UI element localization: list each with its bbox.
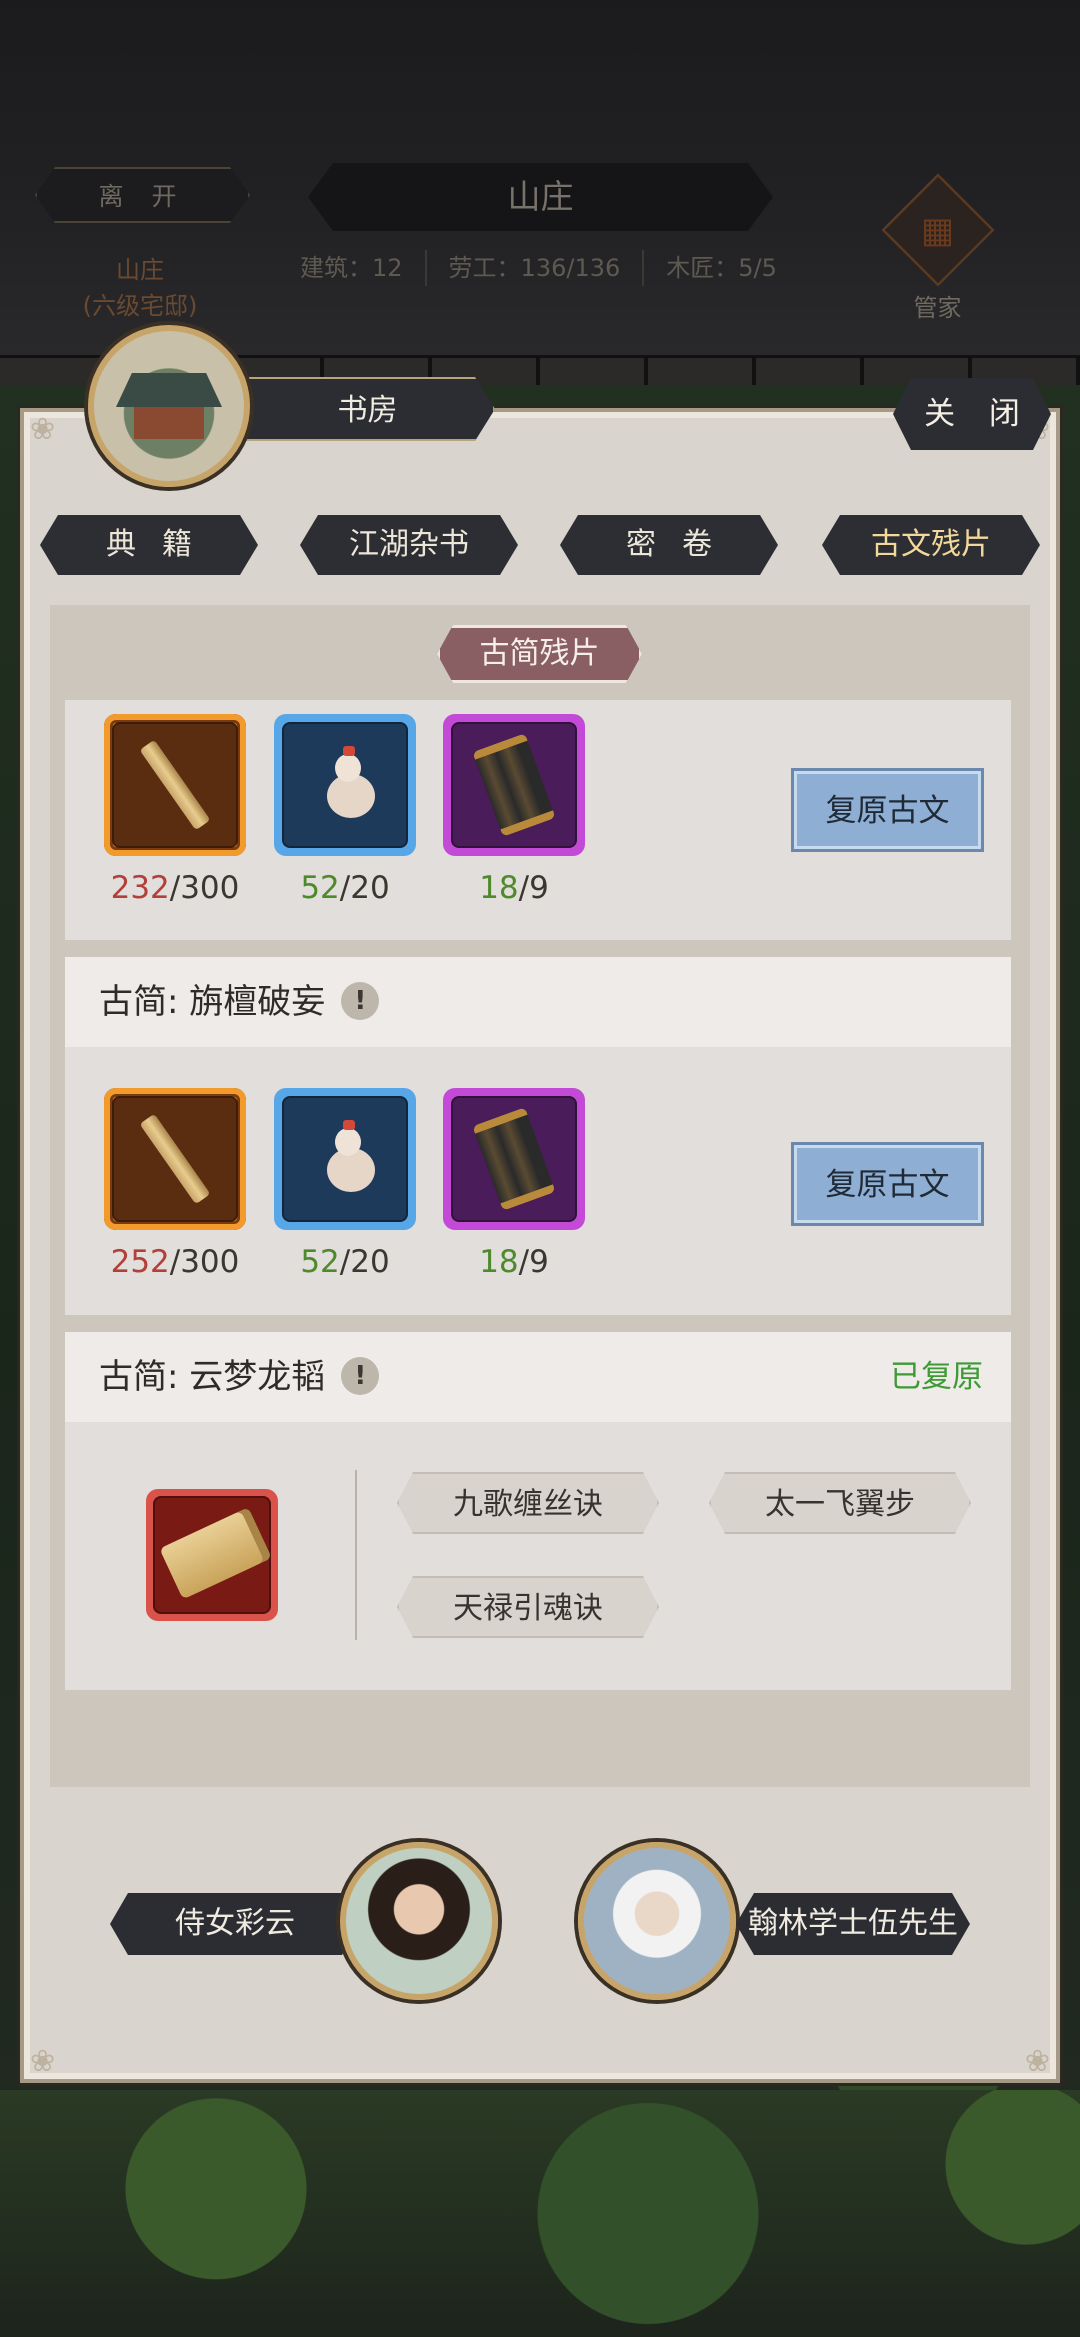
skill-chip[interactable]: 九歌缠丝诀 bbox=[397, 1472, 659, 1534]
estate-title: 山庄 bbox=[308, 163, 773, 231]
material-slot[interactable] bbox=[443, 1088, 585, 1230]
scroll-icon bbox=[472, 1107, 556, 1211]
section-title: 古简残片 bbox=[437, 625, 642, 683]
steward-label: 管家 bbox=[913, 294, 962, 322]
material-slot[interactable] bbox=[104, 714, 246, 856]
stat-carpenters: 木匠：5/5 bbox=[666, 254, 777, 282]
room-name: 书房 bbox=[240, 377, 495, 441]
material-count: 232/300 bbox=[110, 870, 240, 906]
fragment-card-header: 古简: 云梦龙韬! 已复原 bbox=[65, 1332, 1011, 1422]
fragment-title: 古简: 旃檀破妄 bbox=[99, 982, 326, 1022]
bamboo-slip-icon bbox=[139, 1113, 211, 1205]
info-icon[interactable]: ! bbox=[341, 981, 380, 1020]
info-icon[interactable]: ! bbox=[341, 1356, 380, 1395]
restored-status: 已复原 bbox=[890, 1359, 983, 1395]
restore-text-button[interactable]: 复原古文 bbox=[791, 768, 984, 852]
garden-foreground bbox=[0, 2090, 1080, 2337]
skill-chip[interactable]: 太一飞翼步 bbox=[709, 1472, 971, 1534]
tab-classics[interactable]: 典籍 bbox=[40, 515, 258, 575]
material-slot[interactable] bbox=[274, 1088, 416, 1230]
estate-name: 山庄 bbox=[116, 256, 164, 284]
abacus-icon: ▦ bbox=[880, 173, 995, 287]
scroll-icon bbox=[472, 733, 556, 837]
reward-slot[interactable] bbox=[146, 1489, 278, 1621]
restore-text-button[interactable]: 复原古文 bbox=[791, 1142, 984, 1226]
material-slot[interactable] bbox=[443, 714, 585, 856]
corner-ornament-icon: ❀ bbox=[30, 412, 56, 447]
npc-name-maid[interactable]: 侍女彩云 bbox=[110, 1893, 360, 1955]
estate-info: 山庄 (六级宅邸) bbox=[60, 252, 220, 324]
fragment-title: 古简: 云梦龙韬 bbox=[99, 1357, 326, 1397]
scholar-portrait[interactable] bbox=[578, 1842, 736, 2000]
skill-chip[interactable]: 天禄引魂诀 bbox=[397, 1576, 659, 1638]
material-count: 18/9 bbox=[479, 1244, 549, 1280]
tab-secret-scrolls[interactable]: 密卷 bbox=[560, 515, 778, 575]
gourd-icon bbox=[317, 746, 375, 818]
fragment-card-header: 古简: 旃檀破妄! bbox=[65, 957, 1011, 1047]
estate-level: (六级宅邸) bbox=[82, 292, 198, 320]
close-button[interactable]: 关 闭 bbox=[893, 378, 1051, 450]
steward-button[interactable]: ▦ 管家 bbox=[875, 173, 1000, 323]
estate-stats: 建筑：12 劳工：136/136 木匠：5/5 bbox=[300, 250, 799, 286]
npc-name-scholar[interactable]: 翰林学士伍先生 bbox=[736, 1893, 970, 1955]
material-slot[interactable] bbox=[104, 1088, 246, 1230]
leave-button[interactable]: 离 开 bbox=[35, 167, 250, 223]
stat-labor: 劳工：136/136 bbox=[427, 250, 645, 286]
material-count: 52/20 bbox=[300, 1244, 390, 1280]
bamboo-slip-icon bbox=[139, 739, 211, 831]
ancient-scroll-icon bbox=[159, 1510, 265, 1600]
divider bbox=[355, 1470, 357, 1640]
material-count: 52/20 bbox=[300, 870, 390, 906]
corner-ornament-icon: ❀ bbox=[30, 2044, 56, 2079]
stat-buildings: 建筑：12 bbox=[300, 250, 427, 286]
corner-ornament-icon: ❀ bbox=[1024, 2044, 1050, 2079]
gourd-icon bbox=[317, 1120, 375, 1192]
material-count: 18/9 bbox=[479, 870, 549, 906]
tab-misc-books[interactable]: 江湖杂书 bbox=[300, 515, 518, 575]
study-room-avatar bbox=[88, 325, 250, 487]
study-building-icon bbox=[116, 373, 222, 439]
maid-portrait[interactable] bbox=[340, 1842, 498, 2000]
tab-ancient-fragments[interactable]: 古文残片 bbox=[822, 515, 1040, 575]
material-count: 252/300 bbox=[110, 1244, 240, 1280]
material-slot[interactable] bbox=[274, 714, 416, 856]
